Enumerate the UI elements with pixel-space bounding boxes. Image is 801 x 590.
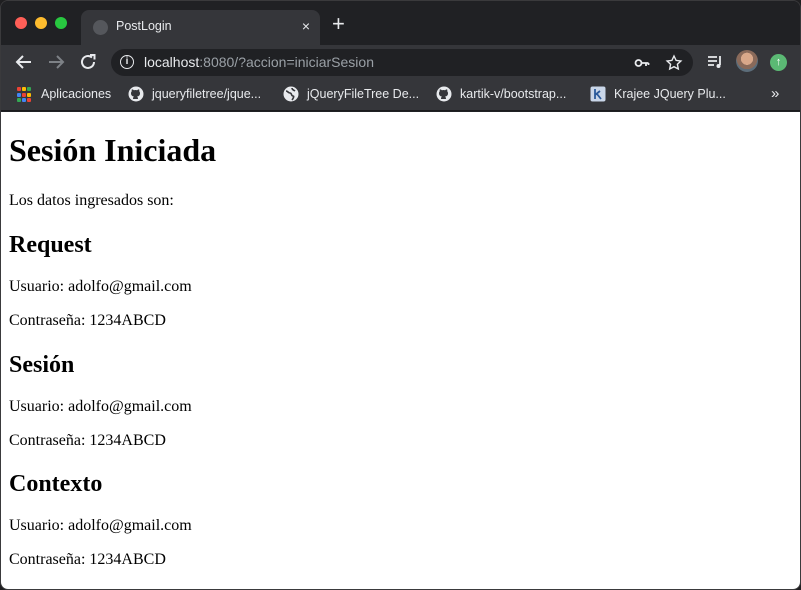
url-text[interactable]: localhost:8080/?accion=iniciarSesion	[144, 54, 374, 70]
maximize-window-button[interactable]	[55, 17, 67, 29]
more-bookmarks-button[interactable]: »	[771, 85, 779, 102]
section-heading-session: Sesión	[9, 352, 75, 378]
browser-window: PostLogin × + i localhost:8080/?accion=i…	[0, 0, 801, 590]
session-user: Usuario: adolfo@gmail.com	[9, 398, 192, 415]
bookmark-label: Krajee JQuery Plu...	[614, 87, 726, 101]
section-heading-request: Request	[9, 232, 92, 258]
bookmark-label: jQueryFileTree De...	[307, 87, 420, 101]
back-button[interactable]	[13, 51, 35, 73]
url-path: :8080/?accion=iniciarSesion	[199, 54, 374, 70]
tab-title: PostLogin	[116, 19, 172, 33]
apps-grid-icon	[17, 87, 33, 103]
key-icon[interactable]	[633, 54, 651, 72]
session-password: Contraseña: 1234ABCD	[9, 432, 166, 449]
new-tab-button[interactable]: +	[332, 13, 345, 35]
forward-button[interactable]	[45, 51, 67, 73]
url-host: localhost	[144, 54, 200, 70]
krajee-icon	[590, 86, 606, 102]
star-icon[interactable]	[665, 54, 683, 72]
bookmark-label: jqueryfiletree/jque...	[152, 87, 262, 101]
page-title: Sesión Iniciada	[9, 132, 217, 168]
globe-icon	[93, 20, 108, 35]
context-user: Usuario: adolfo@gmail.com	[9, 517, 192, 534]
tab-strip: PostLogin × +	[1, 1, 800, 45]
minimize-window-button[interactable]	[35, 17, 47, 29]
github-icon	[436, 86, 452, 102]
github-icon	[128, 86, 144, 102]
arrow-right-icon	[49, 55, 65, 69]
toolbar: i localhost:8080/?accion=iniciarSesion ↑	[1, 45, 800, 79]
request-password: Contraseña: 1234ABCD	[9, 312, 166, 329]
page-content: Sesión Iniciada Los datos ingresados son…	[1, 112, 800, 589]
arrow-left-icon	[15, 55, 31, 69]
media-queue-icon[interactable]	[705, 52, 725, 72]
close-window-button[interactable]	[15, 17, 27, 29]
bookmark-label: Aplicaciones	[41, 87, 112, 101]
tab-postlogin[interactable]: PostLogin ×	[81, 10, 320, 45]
globe-icon	[283, 86, 299, 102]
bookmark-label: kartik-v/bootstrap...	[460, 87, 567, 101]
intro-text: Los datos ingresados son:	[9, 192, 174, 209]
section-heading-context: Contexto	[9, 471, 103, 497]
bookmarks-bar: Aplicaciones jqueryfiletree/jque... jQue…	[1, 79, 800, 111]
update-icon[interactable]: ↑	[770, 54, 787, 71]
reload-icon	[81, 54, 96, 69]
tab-close-button[interactable]: ×	[302, 18, 310, 34]
context-password: Contraseña: 1234ABCD	[9, 551, 166, 568]
info-icon[interactable]: i	[120, 55, 134, 69]
profile-avatar[interactable]	[736, 50, 758, 72]
request-user: Usuario: adolfo@gmail.com	[9, 278, 192, 295]
reload-button[interactable]	[77, 51, 99, 73]
address-bar[interactable]: i localhost:8080/?accion=iniciarSesion	[111, 49, 693, 76]
